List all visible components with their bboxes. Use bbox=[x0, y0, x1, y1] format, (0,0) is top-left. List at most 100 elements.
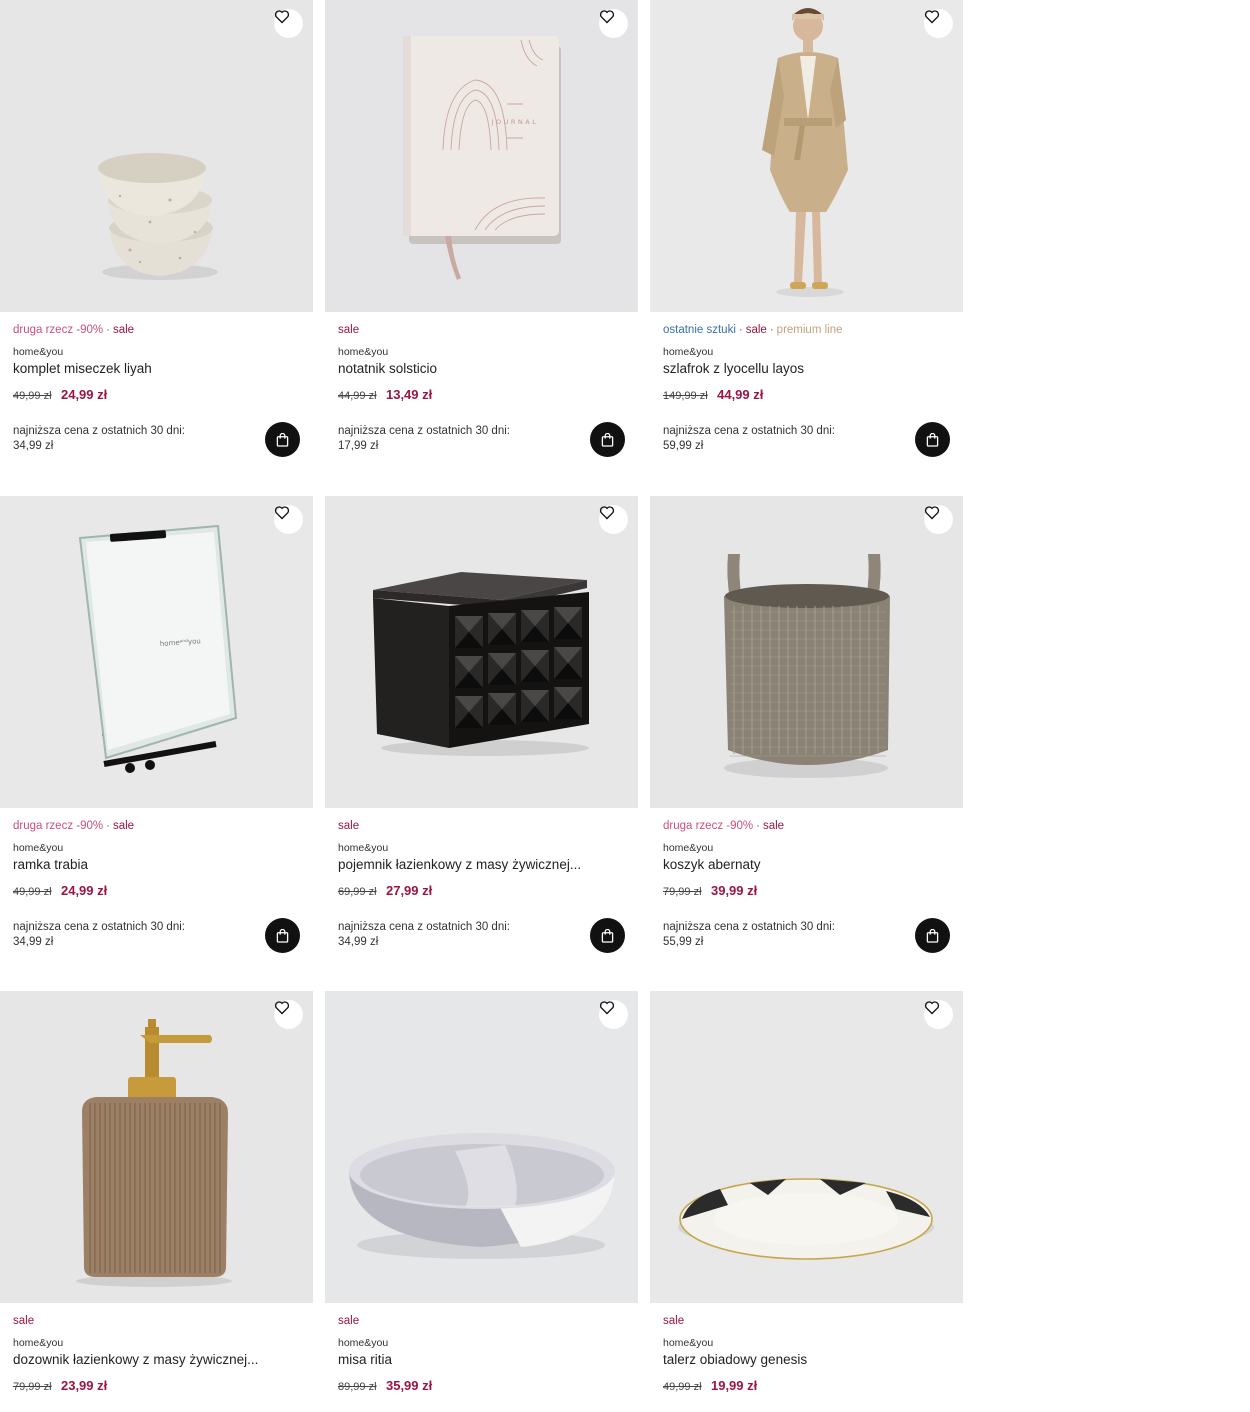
sale-price: 19,99 zł bbox=[710, 1378, 758, 1393]
sale-price: 24,99 zł bbox=[60, 387, 108, 402]
product-tag: sale bbox=[663, 1315, 685, 1327]
product-tags: druga rzecz -90% · sale bbox=[13, 322, 300, 338]
shopping-bag-icon bbox=[601, 432, 614, 447]
product-name[interactable]: talerz obiadowy genesis bbox=[663, 1352, 950, 1368]
old-price: 69,99 zł bbox=[338, 886, 377, 898]
product-image[interactable] bbox=[325, 496, 638, 808]
product-brand: home&you bbox=[663, 1337, 714, 1349]
add-to-wishlist-button[interactable] bbox=[274, 1000, 303, 1029]
sale-price: 39,99 zł bbox=[710, 883, 758, 898]
add-to-cart-button[interactable] bbox=[590, 918, 625, 953]
product-card[interactable]: sale home&you dozownik łazienkowy z masy… bbox=[0, 991, 313, 1412]
product-image[interactable] bbox=[0, 991, 313, 1303]
product-image[interactable] bbox=[650, 0, 963, 312]
product-name[interactable]: pojemnik łazienkowy z masy żywicznej... bbox=[338, 857, 625, 873]
product-card[interactable]: sale home&you pojemnik łazienkowy z masy… bbox=[325, 496, 638, 986]
product-name[interactable]: notatnik solsticio bbox=[338, 361, 625, 377]
product-info: sale home&you notatnik solsticio 44,99 z… bbox=[338, 322, 625, 403]
product-card[interactable]: JOURNAL sale home&you notatnik solsticio… bbox=[325, 0, 638, 490]
add-to-wishlist-button[interactable] bbox=[599, 505, 628, 534]
old-price: 89,99 zł bbox=[338, 1381, 377, 1393]
product-brand: home&you bbox=[13, 1337, 64, 1349]
product-prices: 49,99 zł 19,99 zł bbox=[663, 1378, 950, 1394]
product-info: druga rzecz -90% · sale home&you komplet m… bbox=[13, 322, 300, 403]
add-to-wishlist-button[interactable] bbox=[274, 505, 303, 534]
product-prices: 149,99 zł 44,99 zł bbox=[663, 387, 950, 403]
product-image[interactable] bbox=[650, 991, 963, 1303]
add-to-cart-button[interactable] bbox=[915, 422, 950, 457]
add-to-wishlist-button[interactable] bbox=[924, 9, 953, 38]
product-name[interactable]: szlafrok z lyocellu layos bbox=[663, 361, 950, 377]
add-to-wishlist-button[interactable] bbox=[274, 9, 303, 38]
add-to-cart-button[interactable] bbox=[265, 918, 300, 953]
old-price: 149,99 zł bbox=[663, 390, 708, 402]
old-price: 79,99 zł bbox=[13, 1381, 52, 1393]
product-image[interactable] bbox=[0, 0, 313, 312]
product-name[interactable]: ramka trabia bbox=[13, 857, 300, 873]
product-card[interactable]: sale home&you misa ritia 89,99 zł 35,99 … bbox=[325, 991, 638, 1412]
sale-price: 13,49 zł bbox=[385, 387, 433, 402]
product-info: druga rzecz -90% · sale home&you koszyk ab… bbox=[663, 818, 950, 899]
product-name[interactable]: misa ritia bbox=[338, 1352, 625, 1368]
add-to-wishlist-button[interactable] bbox=[924, 505, 953, 534]
product-brand: home&you bbox=[338, 1337, 389, 1349]
lowest-price-info: najniższa cena z ostatnich 30 dni: 17,99… bbox=[338, 424, 558, 454]
add-to-cart-button[interactable] bbox=[590, 422, 625, 457]
lowest-price-label: najniższa cena z ostatnich 30 dni: bbox=[338, 425, 510, 437]
product-info: sale home&you talerz obiadowy genesis 49… bbox=[663, 1313, 950, 1394]
product-name[interactable]: koszyk abernaty bbox=[663, 857, 950, 873]
old-price: 79,99 zł bbox=[663, 886, 702, 898]
product-prices: 49,99 zł 24,99 zł bbox=[13, 387, 300, 403]
lowest-price-info: najniższa cena z ostatnich 30 dni: 34,99… bbox=[338, 920, 558, 950]
product-tag: druga rzecz -90% bbox=[13, 324, 104, 336]
product-card[interactable]: druga rzecz -90% · sale home&you koszyk ab… bbox=[650, 496, 963, 986]
product-card[interactable]: homeᵃⁿᵈyou druga rzecz -90% · sale home&yo… bbox=[0, 496, 313, 986]
product-image[interactable] bbox=[650, 496, 963, 808]
product-tags: ostatnie sztuki · sale · premium line bbox=[663, 322, 950, 338]
shopping-bag-icon bbox=[601, 928, 614, 943]
add-to-wishlist-button[interactable] bbox=[599, 1000, 628, 1029]
product-brand: home&you bbox=[13, 842, 64, 854]
shopping-bag-icon bbox=[276, 432, 289, 447]
product-card[interactable]: sale home&you talerz obiadowy genesis 49… bbox=[650, 991, 963, 1412]
shopping-bag-icon bbox=[926, 928, 939, 943]
product-prices: 44,99 zł 13,49 zł bbox=[338, 387, 625, 403]
add-to-cart-button[interactable] bbox=[915, 918, 950, 953]
product-tags: sale bbox=[338, 322, 625, 338]
tag-separator: · bbox=[738, 324, 743, 336]
lowest-price-label: najniższa cena z ostatnich 30 dni: bbox=[13, 921, 185, 933]
product-tag: sale bbox=[13, 1315, 35, 1327]
product-info: ostatnie sztuki · sale · premium line home&y… bbox=[663, 322, 950, 403]
lowest-price-value: 34,99 zł bbox=[13, 440, 54, 452]
add-to-wishlist-button[interactable] bbox=[924, 1000, 953, 1029]
add-to-wishlist-button[interactable] bbox=[599, 9, 628, 38]
product-tags: sale bbox=[338, 1313, 625, 1329]
sale-price: 27,99 zł bbox=[385, 883, 433, 898]
old-price: 49,99 zł bbox=[663, 1381, 702, 1393]
lowest-price-label: najniższa cena z ostatnich 30 dni: bbox=[13, 425, 185, 437]
lowest-price-label: najniższa cena z ostatnich 30 dni: bbox=[663, 425, 835, 437]
product-tags: sale bbox=[13, 1313, 300, 1329]
product-name[interactable]: dozownik łazienkowy z masy żywicznej... bbox=[13, 1352, 300, 1368]
product-image[interactable]: JOURNAL bbox=[325, 0, 638, 312]
product-card[interactable]: ostatnie sztuki · sale · premium line home&y… bbox=[650, 0, 963, 490]
product-info: sale home&you misa ritia 89,99 zł 35,99 … bbox=[338, 1313, 625, 1394]
product-name[interactable]: komplet miseczek liyah bbox=[13, 361, 300, 377]
product-tag: sale bbox=[338, 1315, 360, 1327]
product-brand: home&you bbox=[13, 346, 64, 358]
product-tags: sale bbox=[663, 1313, 950, 1329]
add-to-cart-button[interactable] bbox=[265, 422, 300, 457]
product-brand: home&you bbox=[338, 346, 389, 358]
journal-cover-text: JOURNAL bbox=[491, 118, 539, 126]
lowest-price-label: najniższa cena z ostatnich 30 dni: bbox=[338, 921, 510, 933]
product-tag: ostatnie sztuki bbox=[663, 324, 736, 336]
product-info: sale home&you pojemnik łazienkowy z masy… bbox=[338, 818, 625, 899]
product-brand: home&you bbox=[663, 346, 714, 358]
product-prices: 69,99 zł 27,99 zł bbox=[338, 883, 625, 899]
shopping-bag-icon bbox=[276, 928, 289, 943]
sale-price: 35,99 zł bbox=[385, 1378, 433, 1393]
product-image[interactable]: homeᵃⁿᵈyou bbox=[0, 496, 313, 808]
lowest-price-value: 17,99 zł bbox=[338, 440, 379, 452]
product-card[interactable]: druga rzecz -90% · sale home&you komplet m… bbox=[0, 0, 313, 490]
product-image[interactable] bbox=[325, 991, 638, 1303]
